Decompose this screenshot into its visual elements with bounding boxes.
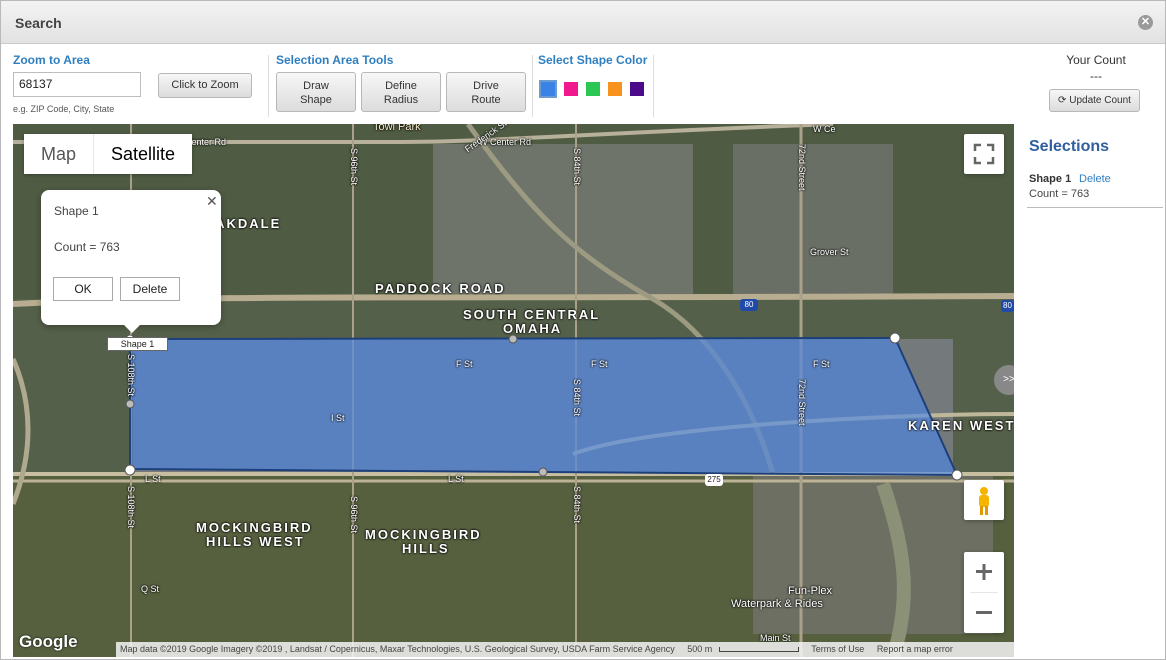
draw-shape-label-1: Draw: [303, 80, 329, 92]
map-label: S 96th St: [349, 496, 359, 534]
color-swatch-orange[interactable]: [608, 82, 622, 96]
fullscreen-icon: [973, 143, 995, 165]
selection-count: Count = 763: [1029, 188, 1090, 200]
popup-ok-button[interactable]: OK: [53, 277, 113, 301]
attribution-text: Map data ©2019 Google Imagery ©2019 , La…: [120, 644, 675, 654]
tools-section-title: Selection Area Tools: [276, 53, 394, 67]
map-label: F St: [456, 359, 473, 369]
scale-text: 500 m: [687, 644, 713, 654]
zoom-control: [964, 552, 1004, 633]
color-swatch-pink[interactable]: [564, 82, 578, 96]
shape-label: Shape 1: [107, 337, 168, 351]
map-label: PADDOCK ROAD: [375, 281, 506, 296]
define-radius-button[interactable]: Define Radius: [361, 72, 441, 112]
map-label: KAREN WEST: [908, 418, 1014, 433]
map-label: Fun-Plex: [788, 585, 833, 597]
update-count-button[interactable]: ⟳ Update Count: [1049, 89, 1140, 112]
map-label: HILLS WEST: [206, 534, 305, 549]
define-radius-label-1: Define: [385, 80, 417, 92]
drive-route-button[interactable]: Drive Route: [446, 72, 526, 112]
draw-shape-label-2: Shape: [300, 94, 332, 106]
map-label: L St: [448, 474, 464, 484]
zoom-out-icon[interactable]: [976, 611, 992, 614]
selection-name: Shape 1: [1029, 173, 1072, 185]
google-logo: Google: [19, 632, 78, 651]
color-swatch-green[interactable]: [586, 82, 600, 96]
map-attribution: Map data ©2019 Google Imagery ©2019 , La…: [116, 642, 1014, 657]
map-label: S 84th St: [572, 486, 582, 524]
divider: [268, 55, 269, 117]
map-label: HILLS: [402, 541, 450, 556]
close-icon[interactable]: ✕: [1138, 15, 1153, 30]
color-swatch-blue[interactable]: [539, 80, 557, 98]
close-icon[interactable]: ✕: [206, 193, 218, 210]
click-to-zoom-button[interactable]: Click to Zoom: [158, 73, 252, 98]
map-label: Q St: [141, 584, 160, 594]
your-count-label: Your Count: [1066, 53, 1126, 67]
map-label: I St: [331, 413, 345, 423]
selection-delete-link[interactable]: Delete: [1079, 173, 1111, 185]
map-label: S 84th St: [572, 148, 582, 186]
map-label: F St: [813, 359, 830, 369]
map-label: Waterpark & Rides: [731, 598, 823, 610]
popup-count: Count = 763: [54, 240, 120, 254]
pegman-icon: [979, 487, 989, 515]
interstate-shield: 80: [740, 299, 758, 311]
scale-bar: [718, 647, 799, 653]
define-radius-label-2: Radius: [383, 94, 419, 106]
map-label: OMAHA: [503, 321, 563, 336]
your-count-value: ---: [1090, 69, 1102, 83]
map-label: S 108th St: [126, 486, 136, 529]
highway-shield: 275: [705, 474, 723, 486]
zoom-area-input[interactable]: 68137: [13, 72, 141, 97]
popup-title: Shape 1: [54, 204, 99, 218]
dialog-title: Search: [15, 15, 62, 31]
drive-route-label-1: Drive: [473, 80, 499, 92]
color-swatch-purple[interactable]: [630, 82, 644, 96]
drive-route-label-2: Route: [471, 94, 501, 106]
map-label: L St: [145, 474, 161, 484]
zoom-hint: e.g. ZIP Code, City, State: [13, 104, 115, 114]
map-label: W Ce: [813, 124, 836, 134]
map-label: SOUTH CENTRAL: [463, 307, 601, 322]
color-section-title: Select Shape Color: [538, 53, 648, 67]
search-dialog: Search ✕ Zoom to Area 68137 Click to Zoo…: [0, 0, 1166, 660]
map-view[interactable]: OAKDALE PADDOCK ROAD SOUTH CENTRAL OMAHA…: [13, 124, 1014, 657]
refresh-icon: ⟳: [1058, 95, 1070, 106]
map-label: MOCKINGBIRD: [365, 527, 482, 542]
draw-shape-button[interactable]: Draw Shape: [276, 72, 356, 112]
map-type-control: Map Satellite: [24, 134, 193, 174]
interstate-shield: 80: [1001, 300, 1014, 312]
shape-info-popup: ✕ Shape 1 Count = 763 OK Delete: [41, 190, 221, 333]
map-label: S 84th St: [572, 379, 582, 417]
fullscreen-button[interactable]: [964, 134, 1004, 174]
map-type-map-button[interactable]: Map: [24, 134, 95, 174]
divider: [1027, 207, 1163, 208]
map-label: S 108th St: [126, 354, 136, 397]
map-label: MOCKINGBIRD: [196, 520, 313, 535]
map-label: F St: [591, 359, 608, 369]
title-bar: Search ✕: [1, 1, 1165, 44]
map-label: Towl Park: [373, 124, 421, 133]
divider: [653, 55, 654, 117]
update-count-label: Update Count: [1069, 95, 1131, 106]
report-link[interactable]: Report a map error: [877, 644, 953, 654]
street-view-button[interactable]: [964, 480, 1004, 520]
zoom-in-icon[interactable]: [976, 564, 992, 580]
map-label: Grover St: [810, 247, 849, 257]
map-label: 72nd Street: [797, 379, 807, 426]
divider: [532, 55, 533, 117]
popup-delete-button[interactable]: Delete: [120, 277, 180, 301]
map-type-satellite-button[interactable]: Satellite: [94, 134, 192, 174]
selections-title: Selections: [1029, 138, 1110, 155]
map-label: S 96th St: [349, 148, 359, 186]
terms-link[interactable]: Terms of Use: [811, 644, 864, 654]
zoom-section-title: Zoom to Area: [13, 53, 90, 67]
map-label: 72nd Street: [797, 144, 807, 191]
